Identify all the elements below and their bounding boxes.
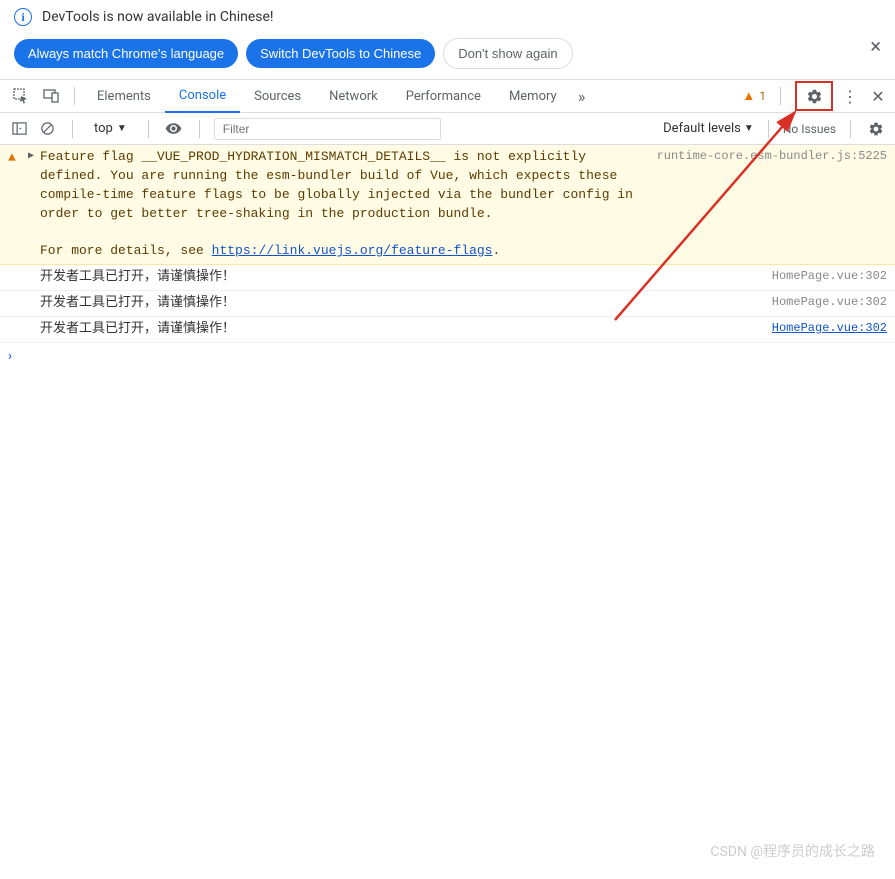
device-toolbar-icon[interactable] [40, 85, 62, 107]
context-selector[interactable]: top ▼ [87, 118, 134, 139]
warning-triangle-icon: ▲ [742, 88, 755, 104]
console-prompt[interactable]: › [0, 343, 895, 370]
settings-highlight-box [795, 81, 833, 111]
chevron-down-icon: ▼ [117, 123, 127, 134]
log-source-link[interactable]: HomePage.vue:302 [772, 320, 887, 337]
feature-flags-link[interactable]: https://link.vuejs.org/feature-flags [212, 243, 493, 258]
log-message: Feature flag __VUE_PROD_HYDRATION_MISMAT… [40, 148, 657, 261]
issues-label[interactable]: No Issues [783, 122, 836, 136]
log-row[interactable]: 开发者工具已打开，请谨慎操作！ HomePage.vue:302 [0, 265, 895, 291]
close-infobar-icon[interactable]: × [870, 34, 881, 58]
switch-chinese-button[interactable]: Switch DevTools to Chinese [246, 39, 435, 68]
live-expression-icon[interactable] [163, 118, 185, 140]
language-info-bar: i DevTools is now available in Chinese! [0, 0, 895, 34]
divider [199, 120, 200, 138]
log-message: 开发者工具已打开，请谨慎操作！ [40, 294, 772, 313]
log-source[interactable]: HomePage.vue:302 [772, 268, 887, 285]
dont-show-button[interactable]: Don't show again [443, 38, 572, 69]
language-button-row: Always match Chrome's language Switch De… [0, 34, 895, 79]
close-devtools-icon[interactable]: ✕ [867, 85, 889, 107]
always-match-button[interactable]: Always match Chrome's language [14, 39, 238, 68]
more-tabs-icon[interactable]: » [571, 85, 593, 107]
tab-memory[interactable]: Memory [495, 79, 571, 113]
divider [148, 120, 149, 138]
tab-elements[interactable]: Elements [83, 79, 165, 113]
tab-network[interactable]: Network [315, 79, 392, 113]
tabs-right-group: ▲ 1 ⋮ ✕ [742, 81, 889, 111]
divider [768, 120, 769, 138]
tab-console[interactable]: Console [165, 79, 240, 113]
devtools-tabs-bar: Elements Console Sources Network Perform… [0, 79, 895, 113]
chevron-down-icon: ▼ [744, 123, 754, 134]
log-row[interactable]: 开发者工具已打开，请谨慎操作！ HomePage.vue:302 [0, 291, 895, 317]
tab-performance[interactable]: Performance [392, 79, 495, 113]
log-message: 开发者工具已打开，请谨慎操作！ [40, 320, 772, 339]
watermark: CSDN @程序员的成长之路 [710, 841, 875, 861]
log-message: 开发者工具已打开，请谨慎操作！ [40, 268, 772, 287]
log-row-warning[interactable]: ▲ ▶ Feature flag __VUE_PROD_HYDRATION_MI… [0, 145, 895, 265]
tab-sources[interactable]: Sources [240, 79, 315, 113]
log-row[interactable]: 开发者工具已打开，请谨慎操作！ HomePage.vue:302 [0, 317, 895, 343]
log-levels-selector[interactable]: Default levels ▼ [663, 121, 754, 136]
divider [780, 87, 781, 105]
kebab-menu-icon[interactable]: ⋮ [839, 85, 861, 107]
warning-count-badge[interactable]: ▲ 1 [742, 88, 766, 104]
clear-console-icon[interactable] [36, 118, 58, 140]
info-text: DevTools is now available in Chinese! [42, 9, 274, 25]
info-icon: i [14, 8, 32, 26]
context-label: top [94, 121, 113, 136]
warning-count: 1 [759, 89, 766, 103]
console-toolbar: top ▼ Default levels ▼ No Issues [0, 113, 895, 145]
console-settings-gear-icon[interactable] [865, 118, 887, 140]
inspect-element-icon[interactable] [10, 85, 32, 107]
divider [850, 120, 851, 138]
divider [74, 87, 75, 105]
divider [72, 120, 73, 138]
console-body: ▲ ▶ Feature flag __VUE_PROD_HYDRATION_MI… [0, 145, 895, 370]
warning-icon: ▲ [8, 149, 24, 168]
log-source[interactable]: runtime-core.esm-bundler.js:5225 [657, 148, 887, 165]
expand-arrow-icon[interactable]: ▶ [28, 150, 40, 165]
sidebar-toggle-icon[interactable] [8, 118, 30, 140]
settings-gear-icon[interactable] [803, 85, 825, 107]
prompt-caret-icon: › [8, 349, 12, 364]
filter-input[interactable] [214, 118, 442, 140]
log-source[interactable]: HomePage.vue:302 [772, 294, 887, 311]
levels-label: Default levels [663, 121, 741, 136]
